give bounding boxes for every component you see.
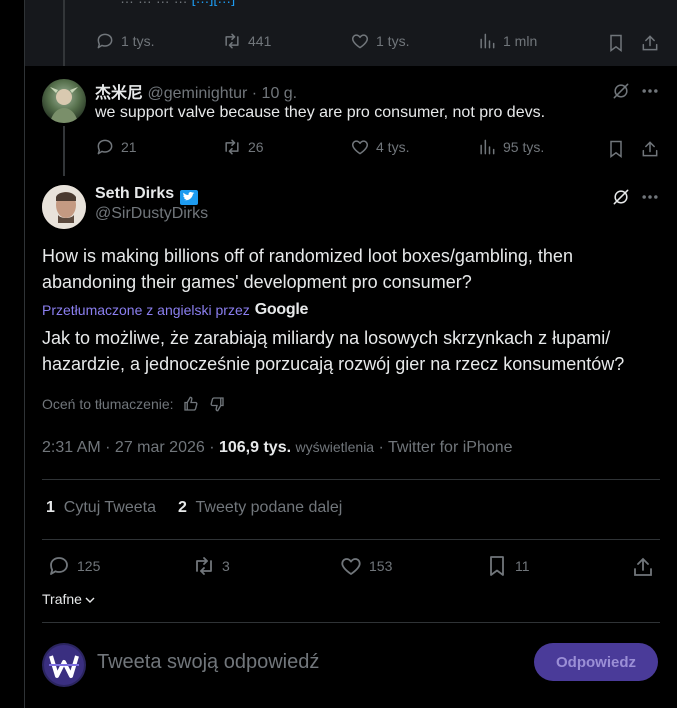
- retweet-button[interactable]: 441: [222, 31, 271, 51]
- google-logo: Google: [254, 301, 309, 318]
- reply-tweet-actions: 21 26 4 tys. 95 tys.: [25, 137, 677, 161]
- reply-tweet[interactable]: 杰米尼 @geminightur · 10 g. we support valv…: [25, 66, 677, 176]
- previous-tweet-actions: 1 tys. 441 1 tys. 1 mln: [25, 31, 677, 55]
- grok-icon[interactable]: [611, 187, 631, 207]
- more-icon[interactable]: [640, 81, 660, 101]
- tweet-thread-panel: … … … … […][…] 1 tys. 441 1 tys. 1 mln: [25, 0, 677, 708]
- chevron-down-icon: [84, 593, 96, 605]
- reply-icon: [50, 557, 68, 575]
- analytics-icon: [480, 33, 495, 49]
- reply-button[interactable]: 21: [95, 137, 137, 157]
- reply-composer-input[interactable]: Tweeta swoją odpowiedź: [97, 651, 319, 674]
- divider: [42, 479, 660, 480]
- tweet-time[interactable]: · 10 g.: [252, 85, 297, 102]
- divider: [42, 622, 660, 623]
- bookmark-button[interactable]: [606, 139, 626, 159]
- tweet-source: · Twitter for iPhone: [378, 439, 513, 456]
- share-button[interactable]: [631, 555, 655, 579]
- avatar[interactable]: [42, 185, 86, 229]
- quote-tweets-link[interactable]: 1 Cytuj Tweeta: [46, 499, 156, 517]
- tweet-text: How is making billions off of randomized…: [42, 246, 573, 292]
- retweet-icon: [225, 33, 239, 49]
- reply-icon: [97, 139, 113, 155]
- heart-icon: [351, 140, 369, 155]
- share-button[interactable]: [640, 139, 660, 159]
- user-logo-icon: [44, 645, 84, 685]
- heart-icon: [341, 558, 361, 575]
- retweet-button[interactable]: 3: [192, 554, 230, 578]
- heart-icon: [351, 34, 369, 49]
- views-button[interactable]: 1 mln: [477, 31, 537, 51]
- retweet-icon: [225, 139, 239, 155]
- share-icon: [634, 557, 652, 576]
- reply-icon: [97, 33, 113, 49]
- share-button[interactable]: [640, 33, 660, 53]
- divider: [42, 539, 660, 540]
- bookmark-icon: [610, 140, 622, 158]
- tweet-meta: 2:31 AM · 27 mar 2026 · 106,9 tys. wyświ…: [42, 439, 513, 457]
- reply-tweet-header: 杰米尼 @geminightur · 10 g.: [95, 79, 297, 103]
- reply-button[interactable]: 125: [47, 554, 100, 578]
- tweet-text: we support valve because they are pro co…: [95, 104, 546, 121]
- like-button[interactable]: 153: [339, 554, 392, 578]
- user-name[interactable]: Seth Dirks: [95, 185, 174, 203]
- main-tweet-actions: 125 3 153 11: [25, 554, 677, 580]
- retweet-button[interactable]: 26: [222, 137, 264, 157]
- thumbs-up-icon[interactable]: [182, 395, 200, 413]
- user-handle[interactable]: @SirDustyDirks: [95, 205, 208, 223]
- like-button[interactable]: 1 tys.: [350, 31, 409, 51]
- avatar-image: [50, 87, 78, 123]
- avatar[interactable]: [42, 79, 86, 123]
- grok-icon[interactable]: [611, 81, 631, 101]
- share-icon: [642, 35, 658, 51]
- retweets-link[interactable]: 2 Tweety podane dalej: [178, 499, 342, 517]
- analytics-icon: [480, 139, 495, 155]
- view-count: 106,9 tys.: [218, 439, 292, 456]
- bookmark-button[interactable]: 11: [485, 554, 530, 578]
- rate-translation: Oceń to tłumaczenie:: [42, 395, 226, 413]
- bookmark-button[interactable]: [606, 33, 626, 53]
- user-name[interactable]: 杰米尼: [95, 85, 143, 102]
- engagement-stats: 1 Cytuj Tweeta 2 Tweety podane dalej: [46, 499, 342, 517]
- bookmark-icon: [490, 556, 504, 576]
- reply-button[interactable]: 1 tys.: [95, 31, 154, 51]
- share-icon: [642, 141, 658, 157]
- like-button[interactable]: 4 tys.: [350, 137, 409, 157]
- retweet-icon: [196, 557, 212, 575]
- views-button[interactable]: 95 tys.: [477, 137, 544, 157]
- user-handle[interactable]: @geminightur: [147, 85, 247, 102]
- bookmark-icon: [610, 34, 622, 52]
- translated-text: Jak to możliwe, że zarabiają miliardy na…: [42, 328, 625, 374]
- twitter-bird-icon: [180, 189, 199, 205]
- main-tweet-header: Seth Dirks @SirDustyDirks: [95, 185, 208, 223]
- tweet-timestamp[interactable]: 2:31 AM · 27 mar 2026 ·: [42, 439, 215, 456]
- previous-tweet-text: … … … … […][…]: [120, 0, 235, 6]
- reply-submit-button[interactable]: Odpowiedz: [534, 643, 658, 681]
- thumbs-down-icon[interactable]: [208, 395, 226, 413]
- avatar-image: [42, 185, 86, 229]
- avatar[interactable]: [42, 643, 86, 687]
- previous-tweet[interactable]: … … … … […][…] 1 tys. 441 1 tys. 1 mln: [25, 0, 677, 66]
- translation-attribution[interactable]: Przetłumaczone z angielski przez Google: [42, 301, 308, 319]
- more-icon[interactable]: [640, 187, 660, 207]
- sort-replies-dropdown[interactable]: Trafne: [42, 591, 96, 607]
- views-label: wyświetlenia: [295, 439, 375, 455]
